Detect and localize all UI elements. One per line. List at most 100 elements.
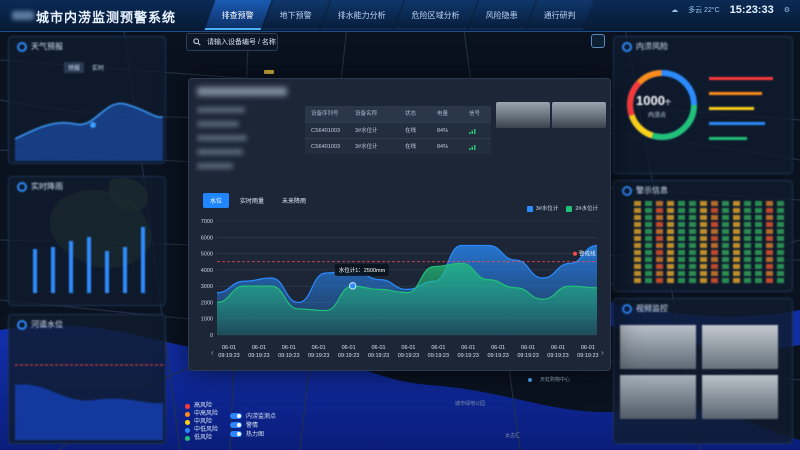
warning-cell xyxy=(700,257,707,262)
modal-title xyxy=(197,87,287,96)
warning-cell xyxy=(755,271,762,276)
layer-toggle[interactable]: 警情 xyxy=(230,420,276,429)
legend-item[interactable]: 中低风险 xyxy=(185,426,218,434)
weather-tab-0[interactable]: 预报 xyxy=(64,62,85,73)
warning-cell xyxy=(667,271,674,276)
warning-cell xyxy=(711,278,718,283)
warning-cell xyxy=(656,278,663,283)
warning-cell xyxy=(711,257,718,262)
warning-cell xyxy=(777,243,784,248)
camera-thumb-2[interactable] xyxy=(552,102,606,128)
x-tick-label: 06-01 xyxy=(551,345,565,351)
warning-cell xyxy=(678,201,685,206)
warning-cell xyxy=(678,208,685,213)
warning-cell xyxy=(656,229,663,234)
weather-tab-1[interactable]: 实时 xyxy=(88,62,108,73)
layer-toggle[interactable]: 内涝监测点 xyxy=(230,411,276,420)
search-input[interactable]: 请输入设备编号 / 名称 xyxy=(207,37,276,47)
chart-tab-realtime-rain[interactable]: 实时雨量 xyxy=(233,193,271,208)
app-title: 城市内涝监测预警系统 xyxy=(36,10,177,25)
warning-cell xyxy=(656,264,663,269)
warning-cell xyxy=(700,236,707,241)
chart-tab-water-level[interactable]: 水位 xyxy=(203,193,230,208)
x-tick-label: 09:19:23 xyxy=(338,353,359,359)
nav-tab-5[interactable]: 通行研判 xyxy=(526,0,594,30)
chart-tab-future-rain[interactable]: 未来降雨 xyxy=(275,193,313,208)
panel-icon xyxy=(17,319,27,330)
warning-cell xyxy=(645,250,652,255)
toggle-switch[interactable] xyxy=(230,412,242,419)
risk-total-label: 内涝点 xyxy=(648,113,667,119)
video-panel-title: 视频监控 xyxy=(636,304,668,313)
video-thumb-2[interactable] xyxy=(702,325,778,369)
layer-toggle[interactable]: 热力图 xyxy=(230,429,276,438)
river-chart xyxy=(15,364,163,440)
risk-legend: 高风险 中高风险 中风险 中低风险 低风险 xyxy=(185,402,218,442)
x-tick-label: 06-01 xyxy=(312,345,326,351)
warning-cell xyxy=(711,243,718,248)
app-logo xyxy=(12,11,34,20)
map-marker-icon[interactable] xyxy=(264,70,274,74)
nav-tab-1[interactable]: 地下预警 xyxy=(262,0,330,30)
warning-cell xyxy=(634,215,641,220)
nav-tab-3[interactable]: 危险区域分析 xyxy=(394,0,478,30)
warning-cell xyxy=(733,264,740,269)
legend-item[interactable]: 中高风险 xyxy=(185,410,218,418)
toggle-switch[interactable] xyxy=(230,430,242,437)
rain-bars xyxy=(33,227,145,293)
legend-item[interactable]: 低风险 xyxy=(185,434,218,442)
water-level-chart[interactable]: 0 1000 2000 3000 4000 5000 6000 7000 警戒线水位计1：250… xyxy=(189,209,612,372)
warning-cell xyxy=(744,201,751,206)
warning-cell xyxy=(777,278,784,283)
device-info-line xyxy=(197,107,245,113)
warning-cell xyxy=(700,271,707,276)
warning-cell xyxy=(700,215,707,220)
toggle-switch[interactable] xyxy=(230,421,242,428)
x-tick-label: 09:19:23 xyxy=(248,353,269,359)
warning-cell xyxy=(711,222,718,227)
table-row[interactable]: CS6401003 3#水位计 在线 84% xyxy=(305,122,491,138)
nav-tab-4[interactable]: 风险隐患 xyxy=(468,0,536,30)
warning-cell xyxy=(722,222,729,227)
tooltip-text: 水位计1：2500mm xyxy=(339,266,386,274)
x-tick-label: 06-01 xyxy=(521,345,535,351)
warning-dot xyxy=(573,251,577,256)
camera-thumb-1[interactable] xyxy=(496,102,550,128)
nav-tab-2[interactable]: 排水能力分析 xyxy=(320,0,404,30)
search-box[interactable]: 请输入设备编号 / 名称 xyxy=(186,33,278,51)
warning-cell xyxy=(667,201,674,206)
warning-line-label: 警戒线 xyxy=(579,250,596,258)
nav-tab-0[interactable]: 排查预警 xyxy=(204,0,272,30)
warning-cell xyxy=(744,208,751,213)
chart-next-icon[interactable]: › xyxy=(601,348,604,357)
warning-cell xyxy=(645,264,652,269)
warning-cell xyxy=(678,243,685,248)
video-thumb-3[interactable] xyxy=(620,375,696,419)
warning-cell xyxy=(711,271,718,276)
river-panel: 河道水位 xyxy=(8,314,166,444)
x-tick-label: 06-01 xyxy=(491,345,505,351)
legend-item[interactable]: 高风险 xyxy=(185,402,218,410)
panel-icon xyxy=(17,41,27,52)
warning-cell xyxy=(711,236,718,241)
warning-cell xyxy=(656,215,663,220)
warning-cell xyxy=(755,243,762,248)
chart-tabs: 水位 实时雨量 未来降雨 xyxy=(203,193,313,208)
video-thumb-4[interactable] xyxy=(702,375,778,419)
warning-cell xyxy=(777,250,784,255)
warning-cell xyxy=(678,257,685,262)
warning-cell xyxy=(766,271,773,276)
warning-cell xyxy=(656,243,663,248)
warning-cell xyxy=(744,229,751,234)
y-tick-label: 4000 xyxy=(201,268,213,274)
table-row[interactable]: CS6401003 3#水位计 在线 84% xyxy=(305,138,491,154)
chart-prev-icon[interactable]: ‹ xyxy=(211,348,214,357)
warning-cell xyxy=(656,208,663,213)
video-thumb-1[interactable] xyxy=(620,325,696,369)
warning-cell xyxy=(722,201,729,206)
map-label: 天虹购物中心 xyxy=(540,377,571,383)
3d-view-icon[interactable] xyxy=(591,34,605,48)
settings-icon[interactable]: ⚙ xyxy=(784,6,790,14)
legend-item[interactable]: 中风险 xyxy=(185,418,218,426)
warning-cell xyxy=(689,264,696,269)
